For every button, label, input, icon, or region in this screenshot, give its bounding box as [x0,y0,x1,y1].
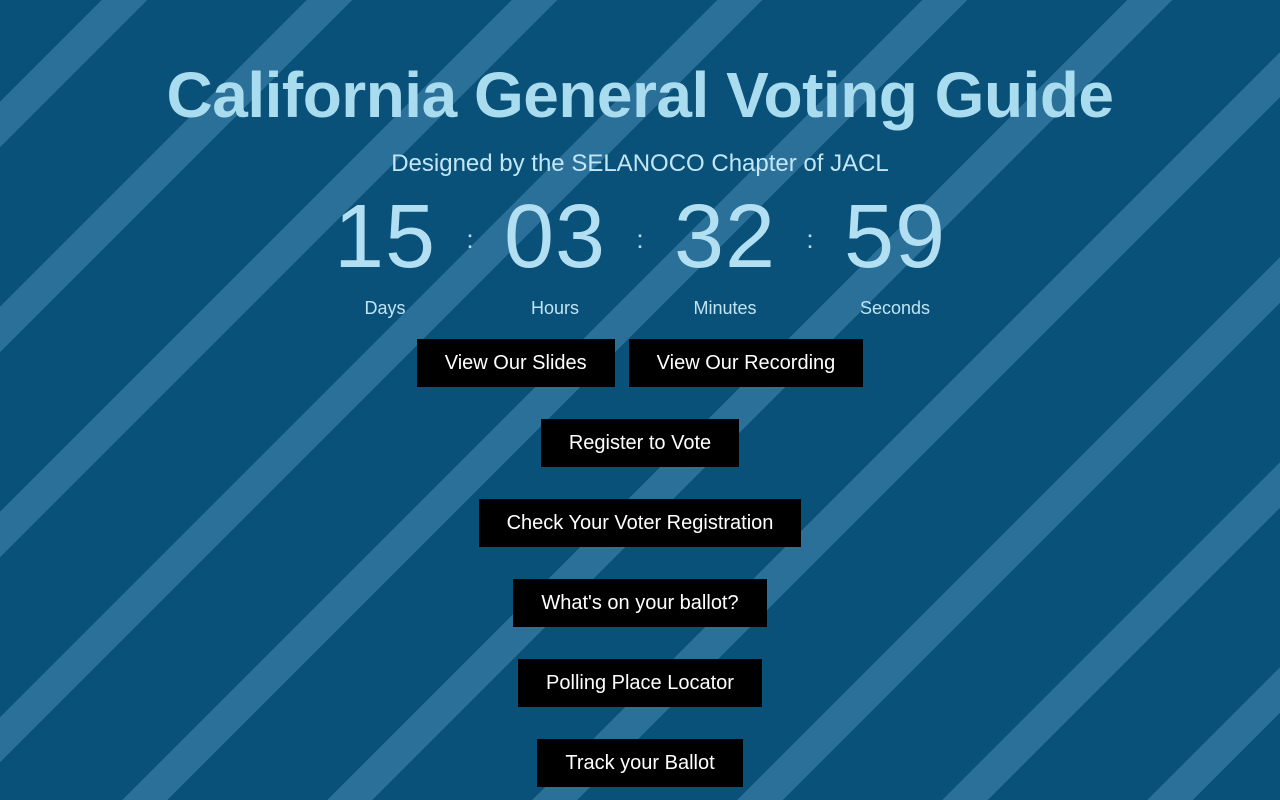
countdown-seconds-label: Seconds [859,298,931,319]
action-button-list: View Our Slides View Our Recording Regis… [0,339,1280,788]
countdown-separator: : [806,224,814,255]
countdown-unit-days: 15 Days [304,192,466,317]
button-row-register: Register to Vote [540,419,740,468]
countdown-minutes-label: Minutes [693,298,757,319]
check-your-voter-registration-button[interactable]: Check Your Voter Registration [478,499,802,548]
register-to-vote-button[interactable]: Register to Vote [540,419,740,468]
countdown-minutes-value: 32 [673,187,777,288]
button-row-check-registration: Check Your Voter Registration [478,499,802,548]
polling-place-locator-button[interactable]: Polling Place Locator [518,659,762,708]
button-row-polling-place: Polling Place Locator [518,659,762,708]
election-countdown-timer: 15 Days : 03 Hours : 32 Minutes : 59 Sec… [0,192,1280,317]
countdown-days-label: Days [364,298,406,319]
voting-guide-page: California General Voting Guide Designed… [0,0,1280,800]
countdown-unit-seconds: 59 Seconds [814,192,976,317]
countdown-separator: : [466,224,474,255]
page-subtitle: Designed by the SELANOCO Chapter of JACL [391,149,889,177]
countdown-hours-label: Hours [530,298,579,319]
view-our-slides-button[interactable]: View Our Slides [416,339,615,388]
countdown-unit-minutes: 32 Minutes [644,192,806,317]
whats-on-your-ballot-button[interactable]: What's on your ballot? [513,579,767,628]
button-row-track-ballot: Track your Ballot [537,739,743,788]
button-row-slides-recording: View Our Slides View Our Recording [416,339,864,388]
countdown-hours-value: 03 [503,187,607,288]
page-title: California General Voting Guide [166,59,1115,131]
countdown-separator: : [636,224,644,255]
track-your-ballot-button[interactable]: Track your Ballot [537,739,743,788]
countdown-days-value: 15 [333,187,437,288]
countdown-unit-hours: 03 Hours [474,192,636,317]
countdown-seconds-value: 59 [843,187,947,288]
button-row-ballot-contents: What's on your ballot? [513,579,767,628]
view-our-recording-button[interactable]: View Our Recording [628,339,864,388]
